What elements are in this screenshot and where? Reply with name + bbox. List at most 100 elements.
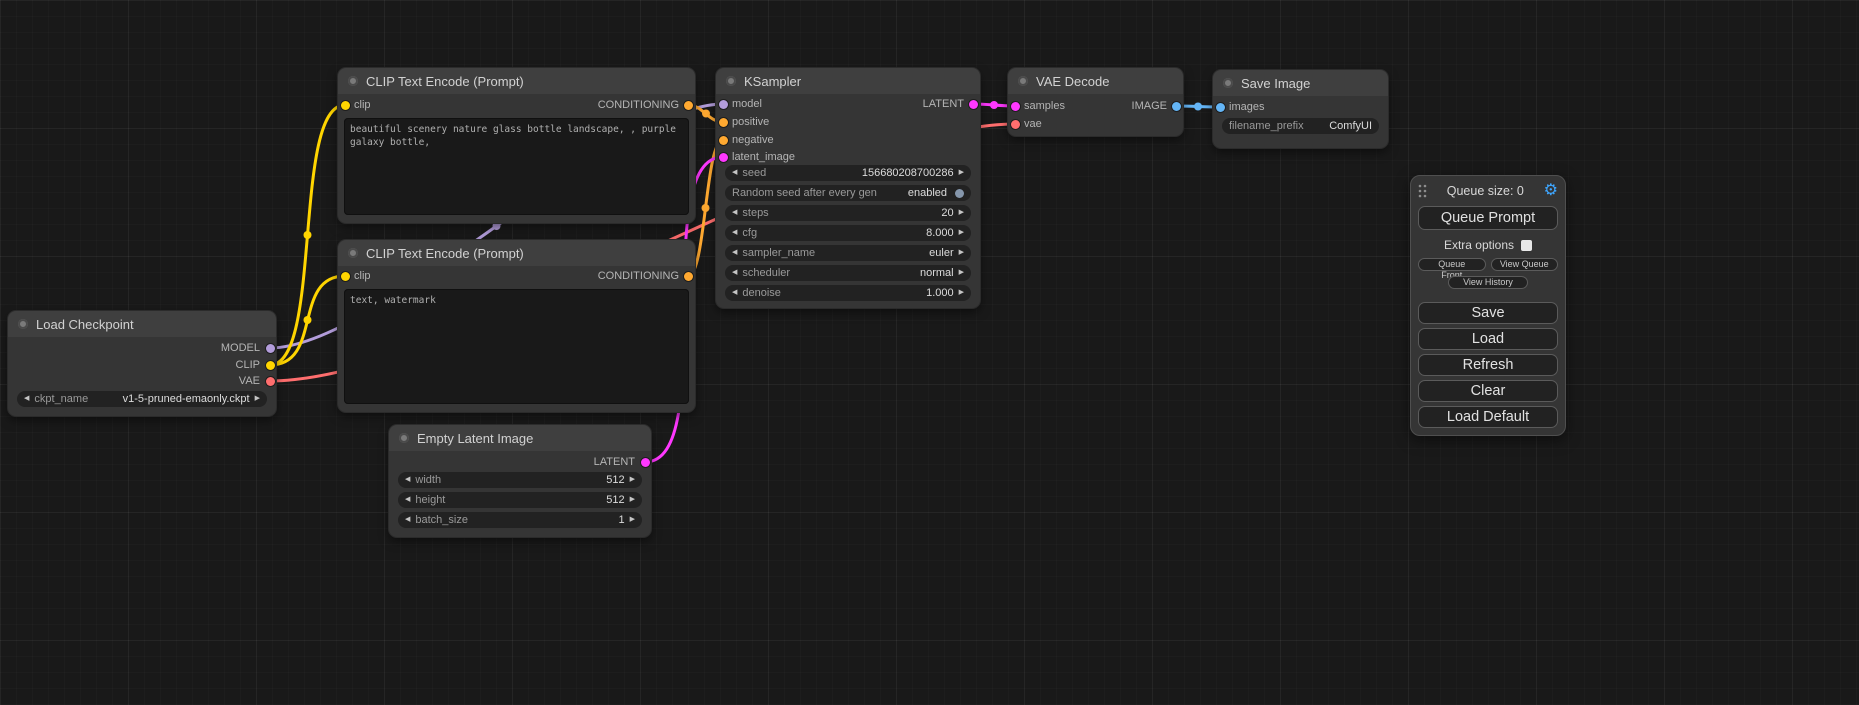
ckpt-name-widget[interactable]: ◀ ckpt_name v1-5-pruned-emaonly.ckpt ▶ (17, 391, 267, 407)
latent-output-port[interactable] (969, 100, 978, 109)
prev-arrow-icon[interactable]: ◀ (732, 265, 737, 281)
increment-arrow-icon[interactable]: ▶ (959, 225, 964, 241)
node-title: CLIP Text Encode (Prompt) (366, 246, 524, 261)
sampler-name-widget[interactable]: ◀ sampler_name euler ▶ (725, 245, 971, 261)
node-header[interactable]: Empty Latent Image (389, 425, 651, 451)
save-button[interactable]: Save (1418, 302, 1558, 324)
latent-output-port[interactable] (641, 458, 650, 467)
images-input-label: images (1229, 99, 1264, 115)
decrement-arrow-icon[interactable]: ◀ (405, 492, 410, 508)
drag-handle-icon[interactable] (1418, 184, 1427, 198)
node-clip-text-encode-negative[interactable]: CLIP Text Encode (Prompt) clip CONDITION… (338, 240, 695, 412)
widget-name: Random seed after every gen (732, 187, 877, 199)
queue-front-button[interactable]: Queue Front (1418, 258, 1486, 271)
extra-options-checkbox[interactable] (1521, 240, 1532, 251)
view-queue-button[interactable]: View Queue (1491, 258, 1559, 271)
conditioning-output-port[interactable] (684, 101, 693, 110)
model-output-port[interactable] (266, 344, 275, 353)
collapse-dot-icon[interactable] (1018, 76, 1028, 86)
decrement-arrow-icon[interactable]: ◀ (732, 205, 737, 221)
seed-widget[interactable]: ◀ seed 156680208700286 ▶ (725, 165, 971, 181)
collapse-dot-icon[interactable] (348, 248, 358, 258)
decrement-arrow-icon[interactable]: ◀ (732, 285, 737, 301)
extra-options-label: Extra options (1444, 238, 1514, 252)
node-header[interactable]: CLIP Text Encode (Prompt) (338, 68, 695, 94)
decrement-arrow-icon[interactable]: ◀ (405, 472, 410, 488)
clip-output-port[interactable] (266, 361, 275, 370)
collapse-dot-icon[interactable] (18, 319, 28, 329)
node-header[interactable]: Load Checkpoint (8, 311, 276, 337)
menu-header[interactable]: Queue size: 0 ⚙ (1418, 181, 1558, 201)
node-header[interactable]: KSampler (716, 68, 980, 94)
node-header[interactable]: CLIP Text Encode (Prompt) (338, 240, 695, 266)
decrement-arrow-icon[interactable]: ◀ (732, 165, 737, 181)
vae-input-port[interactable] (1011, 120, 1020, 129)
scheduler-widget[interactable]: ◀ scheduler normal ▶ (725, 265, 971, 281)
node-header[interactable]: Save Image (1213, 70, 1388, 96)
denoise-widget[interactable]: ◀ denoise 1.000 ▶ (725, 285, 971, 301)
steps-widget[interactable]: ◀ steps 20 ▶ (725, 205, 971, 221)
load-button[interactable]: Load (1418, 328, 1558, 350)
node-title: Save Image (1241, 76, 1310, 91)
node-load-checkpoint[interactable]: Load Checkpoint MODEL CLIP VAE ◀ ckpt_na… (8, 311, 276, 416)
node-ksampler[interactable]: KSampler model positive negative latent_… (716, 68, 980, 308)
collapse-dot-icon[interactable] (726, 76, 736, 86)
prev-arrow-icon[interactable]: ◀ (732, 245, 737, 261)
decrement-arrow-icon[interactable]: ◀ (732, 225, 737, 241)
height-widget[interactable]: ◀ height 512 ▶ (398, 492, 642, 508)
collapse-dot-icon[interactable] (348, 76, 358, 86)
vae-output-port[interactable] (266, 377, 275, 386)
node-clip-text-encode-positive[interactable]: CLIP Text Encode (Prompt) clip CONDITION… (338, 68, 695, 223)
node-empty-latent-image[interactable]: Empty Latent Image LATENT ◀ width 512 ▶ … (389, 425, 651, 537)
next-arrow-icon[interactable]: ▶ (959, 245, 964, 261)
clip-input-label: clip (354, 97, 371, 113)
view-history-button[interactable]: View History (1448, 276, 1528, 289)
increment-arrow-icon[interactable]: ▶ (959, 205, 964, 221)
model-input-port[interactable] (719, 100, 728, 109)
conditioning-output-port[interactable] (684, 272, 693, 281)
increment-arrow-icon[interactable]: ▶ (630, 512, 635, 528)
next-arrow-icon[interactable]: ▶ (255, 391, 260, 407)
image-output-port[interactable] (1172, 102, 1181, 111)
increment-arrow-icon[interactable]: ▶ (630, 472, 635, 488)
batch-size-widget[interactable]: ◀ batch_size 1 ▶ (398, 512, 642, 528)
images-input-port[interactable] (1216, 103, 1225, 112)
widget-value: euler (929, 247, 953, 259)
latent-image-input-port[interactable] (719, 153, 728, 162)
collapse-dot-icon[interactable] (399, 433, 409, 443)
refresh-button[interactable]: Refresh (1418, 354, 1558, 376)
clip-input-port[interactable] (341, 101, 350, 110)
widget-value: 1 (618, 514, 624, 526)
load-default-button[interactable]: Load Default (1418, 406, 1558, 428)
clear-button[interactable]: Clear (1418, 380, 1558, 402)
node-vae-decode[interactable]: VAE Decode samples vae IMAGE (1008, 68, 1183, 136)
queue-menu-panel[interactable]: Queue size: 0 ⚙ Queue Prompt Extra optio… (1410, 175, 1566, 436)
cfg-widget[interactable]: ◀ cfg 8.000 ▶ (725, 225, 971, 241)
next-arrow-icon[interactable]: ▶ (959, 265, 964, 281)
settings-gear-icon[interactable]: ⚙ (1544, 183, 1558, 199)
negative-prompt-textarea[interactable]: text, watermark (344, 289, 689, 404)
queue-prompt-button[interactable]: Queue Prompt (1418, 206, 1558, 230)
wire-image-midpoint-dot (1194, 103, 1202, 111)
positive-input-label: positive (732, 114, 769, 130)
seed-toggle-indicator[interactable] (955, 189, 964, 198)
prev-arrow-icon[interactable]: ◀ (24, 391, 29, 407)
samples-input-label: samples (1024, 98, 1065, 114)
width-widget[interactable]: ◀ width 512 ▶ (398, 472, 642, 488)
widget-name: steps (742, 207, 768, 219)
random-seed-control-widget[interactable]: Random seed after every gen enabled (725, 185, 971, 201)
positive-input-port[interactable] (719, 118, 728, 127)
collapse-dot-icon[interactable] (1223, 78, 1233, 88)
clip-input-port[interactable] (341, 272, 350, 281)
graph-canvas[interactable]: { "colors": { "model": "#B39DDB", "clip"… (0, 0, 1859, 705)
negative-input-port[interactable] (719, 136, 728, 145)
samples-input-port[interactable] (1011, 102, 1020, 111)
node-header[interactable]: VAE Decode (1008, 68, 1183, 94)
positive-prompt-textarea[interactable]: beautiful scenery nature glass bottle la… (344, 118, 689, 215)
decrement-arrow-icon[interactable]: ◀ (405, 512, 410, 528)
increment-arrow-icon[interactable]: ▶ (630, 492, 635, 508)
filename-prefix-widget[interactable]: filename_prefix ComfyUI (1222, 118, 1379, 134)
increment-arrow-icon[interactable]: ▶ (959, 285, 964, 301)
node-save-image[interactable]: Save Image images filename_prefix ComfyU… (1213, 70, 1388, 148)
increment-arrow-icon[interactable]: ▶ (959, 165, 964, 181)
